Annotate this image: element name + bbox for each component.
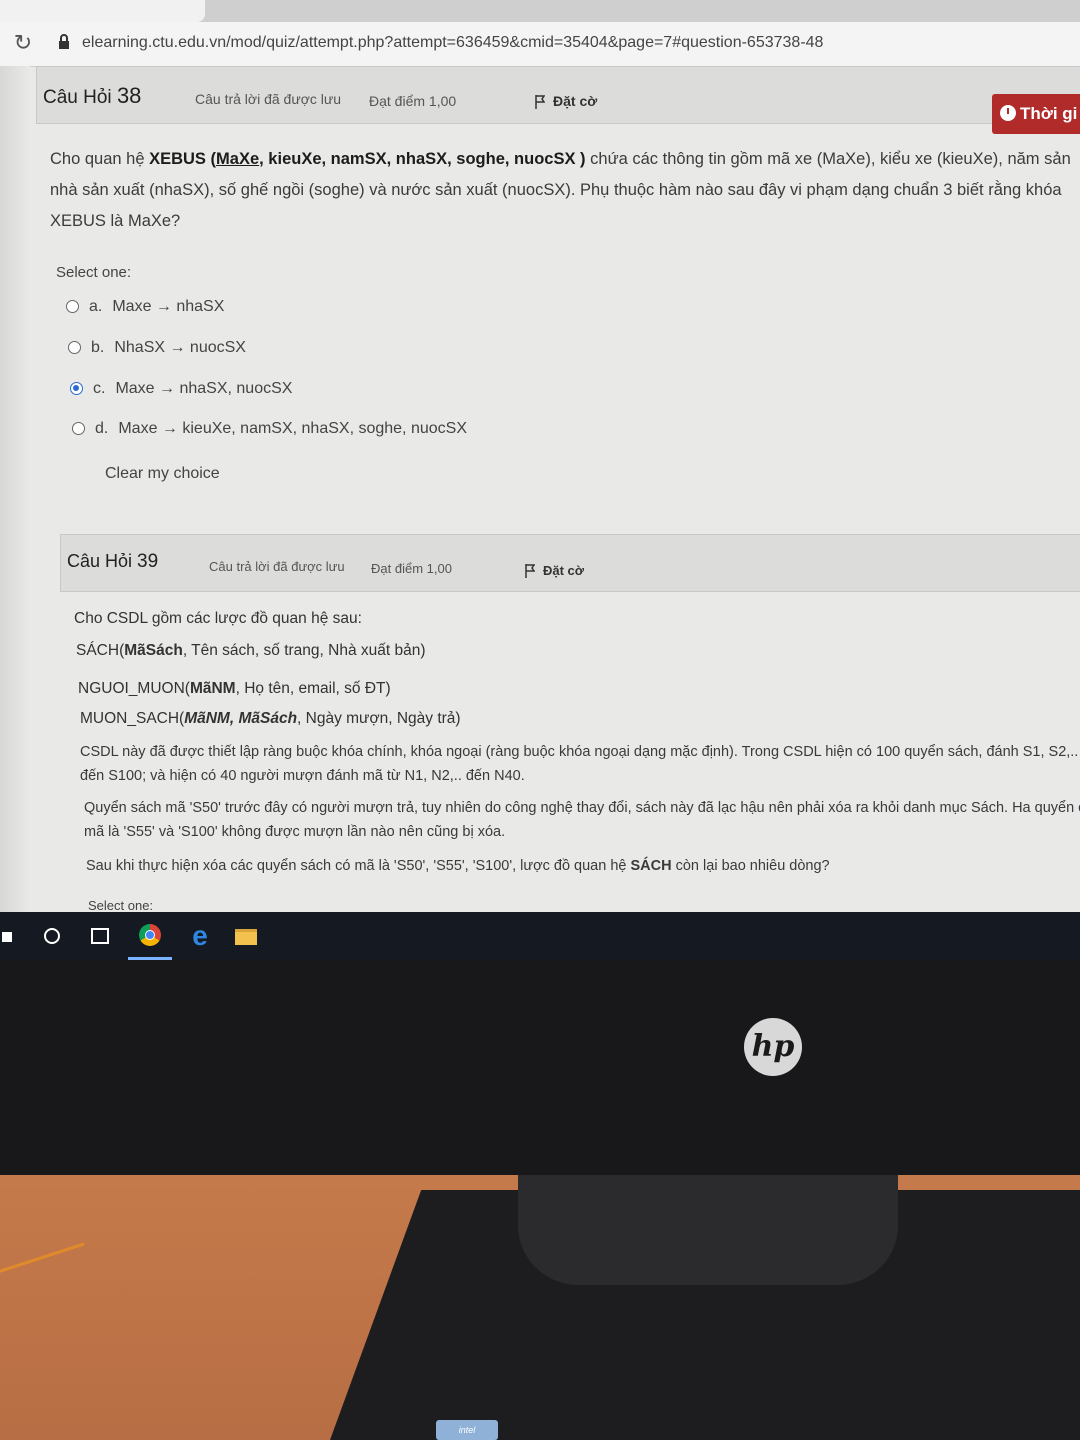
q39-intro: Cho CSDL gồm các lược đồ quan hệ sau: <box>74 610 362 627</box>
flag-label: Đặt cờ <box>543 563 585 578</box>
question-number: 39 <box>137 551 159 572</box>
question-38-title: Câu Hỏi 38 <box>43 83 141 109</box>
hp-logo: hp <box>744 1018 802 1076</box>
option-a-text: Maxe → nhaSX <box>112 298 225 315</box>
q39-paragraph-3: Sau khi thực hiện xóa các quyển sách có … <box>86 858 830 874</box>
flag-question-38-button[interactable]: Đặt cờ <box>535 93 597 109</box>
radio-a[interactable] <box>66 300 79 313</box>
schema-muon-sach: MUON_SACH(MãNM, MãSách, Ngày mượn, Ngày … <box>80 710 461 727</box>
cortana-search-icon[interactable] <box>30 912 74 960</box>
question-label: Câu Hỏi <box>67 551 133 571</box>
option-a[interactable]: a. Maxe → nhaSX <box>66 298 224 316</box>
question-39-title: Câu Hỏi 39 <box>67 551 158 573</box>
intel-sticker: intel <box>436 1420 498 1440</box>
radio-b[interactable] <box>68 341 81 354</box>
reload-icon[interactable]: ↻ <box>10 30 36 56</box>
timer-label: Thời gi <box>1020 104 1078 123</box>
windows-taskbar: e <box>0 912 1080 960</box>
browser-tabstrip <box>0 0 1080 22</box>
q39-paragraph-1: CSDL này đã được thiết lập ràng buộc khó… <box>80 744 1079 784</box>
schema-nguoi-muon: NGUOI_MUON(MãNM, Họ tên, email, số ĐT) <box>78 680 391 697</box>
task-view-icon[interactable] <box>78 912 122 960</box>
question-label: Câu Hỏi <box>43 87 112 108</box>
option-b-text: NhaSX → nuocSX <box>114 339 246 356</box>
question-38-status: Câu trả lời đã được lưu <box>195 91 342 107</box>
flag-label: Đặt cờ <box>553 93 598 109</box>
question-38-score: Đạt điểm 1,00 <box>369 93 457 109</box>
option-c-text: Maxe → nhaSX, nuocSX <box>115 380 293 397</box>
edge-icon[interactable]: e <box>178 912 222 960</box>
windows-start-icon[interactable] <box>0 912 14 960</box>
lock-icon <box>59 34 69 49</box>
timer-badge: Thời gi <box>992 94 1080 134</box>
chrome-icon[interactable] <box>128 912 172 960</box>
q39-paragraph-2: Quyển sách mã 'S50' trước đây có người m… <box>84 800 1080 840</box>
question-38-header: Câu Hỏi 38 Câu trả lời đã được lưu Đạt đ… <box>36 66 1080 124</box>
browser-tab[interactable] <box>0 0 205 22</box>
q39-select-one-label: Select one: <box>88 898 154 913</box>
option-d-text: Maxe → kieuXe, namSX, nhaSX, soghe, nuoc… <box>118 420 467 437</box>
url-text[interactable]: elearning.ctu.edu.vn/mod/quiz/attempt.ph… <box>82 34 823 52</box>
select-one-label: Select one: <box>56 264 132 281</box>
option-d[interactable]: d. Maxe → kieuXe, namSX, nhaSX, soghe, nu… <box>72 420 467 438</box>
clear-choice-link[interactable]: Clear my choice <box>105 465 220 483</box>
question-39-score: Đạt điểm 1,00 <box>371 561 452 576</box>
question-38-text: Cho quan hệ XEBUS (MaXe, kieuXe, namSX, … <box>50 150 1071 230</box>
flag-icon <box>535 95 545 109</box>
radio-d[interactable] <box>72 422 85 435</box>
monitor-bezel <box>0 960 1080 1175</box>
option-b[interactable]: b. NhaSX → nuocSX <box>68 339 246 357</box>
question-39-status: Câu trả lời đã được lưu <box>209 559 345 574</box>
clock-icon <box>1000 105 1016 121</box>
flag-question-39-button[interactable]: Đặt cờ <box>525 563 584 578</box>
schema-sach: SÁCH(MãSách, Tên sách, số trang, Nhà xuấ… <box>76 642 426 659</box>
option-c[interactable]: c. Maxe → nhaSX, nuocSX <box>70 380 292 398</box>
question-number: 38 <box>116 83 142 108</box>
address-bar[interactable]: ↻ elearning.ctu.edu.vn/mod/quiz/attempt.… <box>0 22 1080 67</box>
file-explorer-icon[interactable] <box>224 912 268 960</box>
question-39-header: Câu Hỏi 39 Câu trả lời đã được lưu Đạt đ… <box>60 534 1080 592</box>
monitor-stand-neck <box>518 1175 898 1285</box>
monitor-screen: ↻ elearning.ctu.edu.vn/mod/quiz/attempt.… <box>0 0 1080 960</box>
flag-icon <box>525 564 535 578</box>
radio-c-selected[interactable] <box>70 382 83 395</box>
